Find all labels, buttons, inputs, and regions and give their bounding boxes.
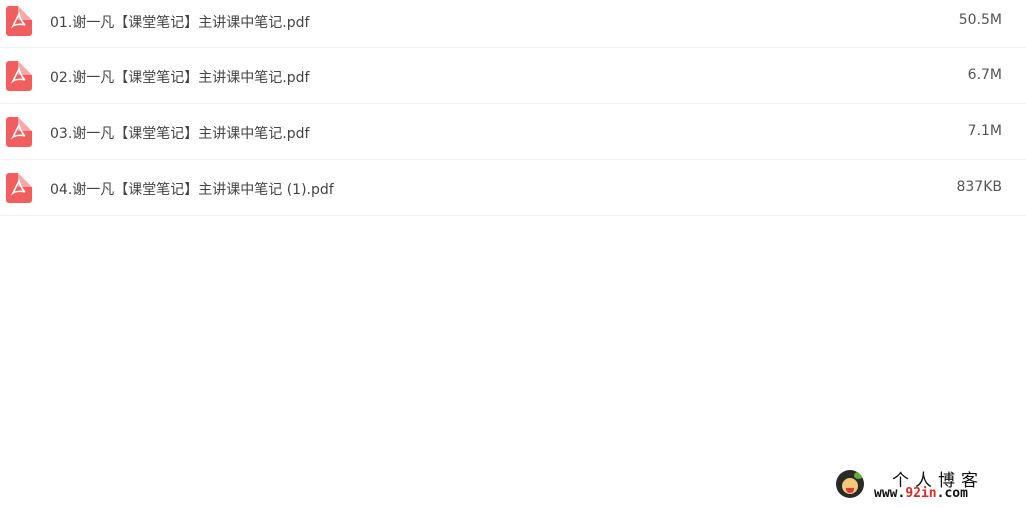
file-row[interactable]: 01.谢一凡【课堂笔记】主讲课中笔记.pdf 50.5M (0, 0, 1026, 48)
pdf-icon (6, 61, 32, 91)
watermark-url-accent: 92in (905, 486, 937, 501)
file-size: 6.7M (967, 67, 1002, 83)
pdf-icon (6, 173, 32, 203)
pdf-icon (6, 117, 32, 147)
file-row[interactable]: 03.谢一凡【课堂笔记】主讲课中笔记.pdf 7.1M (0, 104, 1026, 160)
file-size: 50.5M (958, 12, 1002, 28)
file-name[interactable]: 03.谢一凡【课堂笔记】主讲课中笔记.pdf (50, 123, 309, 143)
file-name[interactable]: 04.谢一凡【课堂笔记】主讲课中笔记 (1).pdf (50, 179, 334, 199)
file-size: 837KB (956, 179, 1002, 195)
watermark-url-prefix: www. (874, 486, 906, 501)
watermark-url: www.92in.com (874, 486, 968, 501)
watermark: 个人博客 www.92in.com (836, 466, 1016, 504)
file-row[interactable]: 04.谢一凡【课堂笔记】主讲课中笔记 (1).pdf 837KB (0, 160, 1026, 216)
file-list: 01.谢一凡【课堂笔记】主讲课中笔记.pdf 50.5M 02.谢一凡【课堂笔记… (0, 0, 1026, 216)
file-name[interactable]: 02.谢一凡【课堂笔记】主讲课中笔记.pdf (50, 67, 309, 87)
file-name[interactable]: 01.谢一凡【课堂笔记】主讲课中笔记.pdf (50, 12, 309, 32)
pdf-icon (6, 6, 32, 36)
file-size: 7.1M (967, 123, 1002, 139)
avatar (836, 470, 864, 498)
file-row[interactable]: 02.谢一凡【课堂笔记】主讲课中笔记.pdf 6.7M (0, 48, 1026, 104)
watermark-url-suffix: .com (936, 486, 968, 501)
